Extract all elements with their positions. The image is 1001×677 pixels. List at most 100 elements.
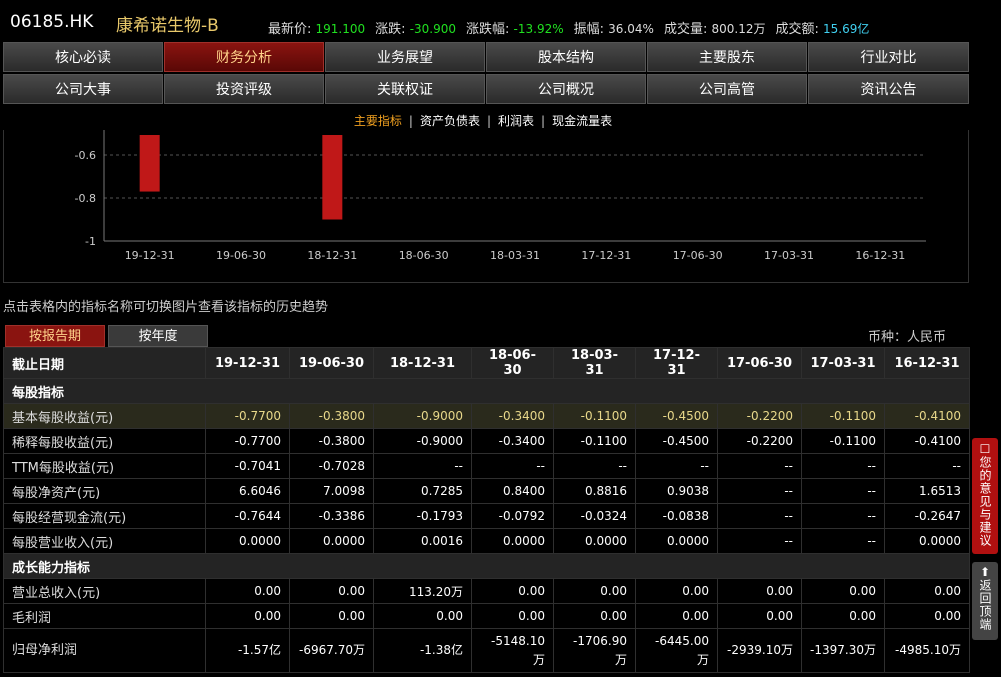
y-tick-label: -0.8 xyxy=(75,192,96,205)
table-cell: -0.7041 xyxy=(205,453,290,479)
table-header-label: 截止日期 xyxy=(3,347,206,379)
feedback-label: 您的意见与建议 xyxy=(978,456,992,547)
table-cell: 0.00 xyxy=(553,578,636,604)
feedback-button[interactable]: ☐ 您的意见与建议 xyxy=(972,438,998,554)
section-header-row: 每股指标 xyxy=(3,378,970,404)
table-cell: -0.4100 xyxy=(884,428,970,454)
table-cell: -2939.10万 xyxy=(717,628,802,673)
table-cell: 0.9038 xyxy=(635,478,718,504)
nav-tab[interactable]: 资讯公告 xyxy=(808,74,969,104)
quote-key: 成交额: xyxy=(775,22,819,37)
sub-tab[interactable]: 资产负债表 xyxy=(420,114,480,128)
section-header-row: 成长能力指标 xyxy=(3,553,970,579)
arrow-up-icon: ⬆ xyxy=(979,565,991,579)
indicator-name[interactable]: 毛利润 xyxy=(3,603,206,629)
table-cell: -0.0792 xyxy=(471,503,554,529)
nav-tab[interactable]: 核心必读 xyxy=(3,42,163,72)
table-cell: -0.9000 xyxy=(373,403,472,429)
sub-tab[interactable]: 利润表 xyxy=(498,114,534,128)
x-tick-label: 16-12-31 xyxy=(855,249,905,262)
table-cell: -0.7644 xyxy=(205,503,290,529)
table-cell: 6.6046 xyxy=(205,478,290,504)
table-cell: -0.2200 xyxy=(717,403,802,429)
indicator-name[interactable]: 基本每股收益(元) xyxy=(3,403,206,429)
table-cell: -1.38亿 xyxy=(373,628,472,673)
indicator-name[interactable]: 稀释每股收益(元) xyxy=(3,428,206,454)
table-cell: 0.0000 xyxy=(635,528,718,554)
tab-by-year[interactable]: 按年度 xyxy=(108,325,208,347)
bar xyxy=(322,135,343,220)
x-tick-label: 17-12-31 xyxy=(581,249,631,262)
back-to-top-button[interactable]: ⬆ 返回顶端 xyxy=(972,562,998,640)
table-cell: -0.2200 xyxy=(717,428,802,454)
table-header-row: 截止日期 19-12-31 19-06-30 18-12-31 18-06-30 18-0… xyxy=(3,347,970,379)
quote-item: 成交额: 15.69亿 xyxy=(775,18,869,37)
column-header-date: 16-12-31 xyxy=(884,347,970,379)
table-cell: -- xyxy=(717,503,802,529)
indicator-name[interactable]: TTM每股收益(元) xyxy=(3,453,206,479)
indicator-name[interactable]: 每股营业收入(元) xyxy=(3,528,206,554)
x-tick-label: 17-06-30 xyxy=(673,249,723,262)
table-cell: -0.3386 xyxy=(289,503,374,529)
nav-tab[interactable]: 关联权证 xyxy=(325,74,485,104)
table-cell: -0.9000 xyxy=(373,428,472,454)
indicator-chart: -0.6 -0.8 -1 19-12-31 19-06-30 18-12-31 18-06-… xyxy=(3,130,969,283)
table-cell: -0.3400 xyxy=(471,403,554,429)
quote-key: 涨跌: xyxy=(375,22,406,37)
sub-tab[interactable]: 现金流量表 xyxy=(552,114,612,128)
nav-tab[interactable]: 主要股东 xyxy=(647,42,807,72)
table-cell: 0.8816 xyxy=(553,478,636,504)
table-cell: -0.4500 xyxy=(635,428,718,454)
nav-tab[interactable]: 投资评级 xyxy=(164,74,324,104)
table-cell: -- xyxy=(373,453,472,479)
sub-tab-separator: | xyxy=(541,114,546,128)
table-cell: -- xyxy=(635,453,718,479)
nav-tab[interactable]: 业务展望 xyxy=(325,42,485,72)
table-row: 稀释每股收益(元) -0.7700 -0.3800 -0.9000 -0.3400 -0.… xyxy=(3,428,970,454)
financial-indicator-table: 截止日期 19-12-31 19-06-30 18-12-31 18-06-30 18-0… xyxy=(3,347,970,673)
tab-by-report-period[interactable]: 按报告期 xyxy=(5,325,105,347)
table-cell: 0.00 xyxy=(717,603,802,629)
indicator-name[interactable]: 营业总收入(元) xyxy=(3,578,206,604)
table-row: 毛利润 0.00 0.00 0.00 0.00 0.00 0.00 0.00 0.00 0.00 xyxy=(3,603,970,629)
back-to-top-label: 返回顶端 xyxy=(978,579,992,631)
sub-tabs: 主要指标 | 资产负债表 | 利润表 | 现金流量表 xyxy=(0,112,966,129)
table-cell: 0.00 xyxy=(471,578,554,604)
x-tick-label: 18-06-30 xyxy=(399,249,449,262)
nav-tab[interactable]: 财务分析 xyxy=(164,42,324,72)
quote-value: 191.100 xyxy=(315,22,366,36)
table-cell: 0.00 xyxy=(635,603,718,629)
nav-tab[interactable]: 公司概况 xyxy=(486,74,646,104)
quote-key: 成交量: xyxy=(663,22,708,37)
table-cell: -1706.90万 xyxy=(553,628,636,673)
nav-tab[interactable]: 行业对比 xyxy=(808,42,969,72)
indicator-name[interactable]: 归母净利润 xyxy=(3,628,206,673)
indicator-name[interactable]: 每股经营现金流(元) xyxy=(3,503,206,529)
table-cell: -0.0838 xyxy=(635,503,718,529)
quote-value: 15.69亿 xyxy=(823,22,870,36)
nav-tab[interactable]: 公司高管 xyxy=(647,74,807,104)
nav-tab[interactable]: 股本结构 xyxy=(486,42,646,72)
table-cell: 0.00 xyxy=(289,603,374,629)
quote-value: 36.04% xyxy=(608,22,654,36)
table-row: 基本每股收益(元) -0.7700 -0.3800 -0.9000 -0.3400 -0.… xyxy=(3,403,970,429)
quote-value: 800.12万 xyxy=(711,22,766,36)
table-row: 每股营业收入(元) 0.0000 0.0000 0.0016 0.0000 0.0000 0… xyxy=(3,528,970,554)
table-row: 每股经营现金流(元) -0.7644 -0.3386 -0.1793 -0.0792 -0… xyxy=(3,503,970,529)
sub-tab[interactable]: 主要指标 xyxy=(354,114,402,128)
nav-tab[interactable]: 公司大事 xyxy=(3,74,163,104)
y-tick-label: -0.6 xyxy=(75,149,96,162)
table-row: 每股净资产(元) 6.6046 7.0098 0.7285 0.8400 0.8816 0.… xyxy=(3,478,970,504)
table-cell: -0.1793 xyxy=(373,503,472,529)
column-header-date: 17-06-30 xyxy=(717,347,802,379)
indicator-name[interactable]: 每股净资产(元) xyxy=(3,478,206,504)
quote-key: 振幅: xyxy=(573,22,605,37)
table-cell: -0.7028 xyxy=(289,453,374,479)
table-cell: 0.00 xyxy=(373,603,472,629)
table-cell: 0.00 xyxy=(801,603,885,629)
table-cell: -0.4500 xyxy=(635,403,718,429)
table-cell: 0.0000 xyxy=(289,528,374,554)
table-cell: 1.6513 xyxy=(884,478,970,504)
table-cell: -- xyxy=(801,478,885,504)
bar xyxy=(139,135,160,192)
